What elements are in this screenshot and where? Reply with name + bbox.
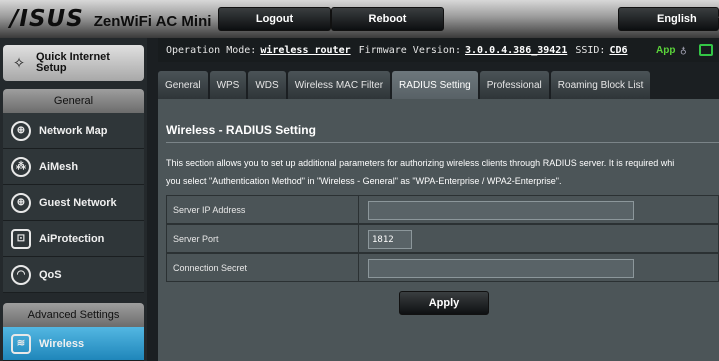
advanced-section-header: Advanced Settings bbox=[3, 303, 144, 327]
sidebar: ✧ Quick Internet Setup General ⊕ Network… bbox=[0, 38, 147, 361]
sidebar-item-label: Guest Network bbox=[39, 196, 117, 209]
sidebar-item-wireless[interactable]: ≋ Wireless bbox=[3, 327, 144, 361]
sidebar-item-aimesh[interactable]: ⁂ AiMesh bbox=[3, 149, 144, 185]
server-ip-label: Server IP Address bbox=[166, 195, 359, 224]
tab-general[interactable]: General bbox=[158, 71, 208, 99]
operation-mode-label: Operation Mode: bbox=[166, 44, 257, 56]
reboot-button[interactable]: Reboot bbox=[331, 7, 444, 31]
tab-wireless-mac-filter[interactable]: Wireless MAC Filter bbox=[287, 71, 391, 99]
sidebar-item-aiprotection[interactable]: ⊡ AiProtection bbox=[3, 221, 144, 257]
app-link[interactable]: App bbox=[656, 45, 675, 56]
top-bar: /ISUS ZenWiFi AC Mini Logout Reboot Engl… bbox=[0, 0, 719, 38]
speedometer-icon: ◠ bbox=[11, 264, 31, 285]
description-line: This section allows you to set up additi… bbox=[166, 158, 675, 168]
sidebar-item-label: Wireless bbox=[39, 337, 85, 350]
server-ip-row: Server IP Address bbox=[166, 195, 719, 224]
connection-secret-row: Connection Secret bbox=[166, 253, 719, 282]
asus-logo: /ISUS bbox=[10, 6, 84, 32]
guest-network-icon: ⊕ bbox=[11, 192, 31, 213]
server-port-row: Server Port bbox=[166, 224, 719, 253]
wand-icon: ✧ bbox=[12, 55, 26, 72]
apply-button[interactable]: Apply bbox=[399, 291, 489, 315]
aimesh-icon: ⁂ bbox=[11, 156, 31, 177]
operation-mode-link[interactable]: wireless router bbox=[260, 45, 350, 56]
lock-icon: ⊡ bbox=[11, 228, 31, 249]
tab-wds[interactable]: WDS bbox=[248, 71, 286, 99]
clients-icon[interactable]: ♁ bbox=[680, 44, 687, 57]
brand: /ISUS ZenWiFi AC Mini bbox=[10, 6, 211, 32]
sidebar-item-label: AiProtection bbox=[39, 232, 105, 245]
description-line: you select "Authentication Method" in "W… bbox=[166, 176, 562, 186]
connection-secret-label: Connection Secret bbox=[166, 253, 359, 282]
server-port-cell bbox=[359, 224, 719, 253]
tab-roaming-block-list[interactable]: Roaming Block List bbox=[550, 71, 651, 99]
quick-setup-label: Quick Internet Setup bbox=[36, 51, 110, 74]
network-map-icon: ⊕ bbox=[11, 120, 31, 141]
sidebar-item-network-map[interactable]: ⊕ Network Map bbox=[3, 113, 144, 149]
server-port-label: Server Port bbox=[166, 224, 359, 253]
wireless-icon: ≋ bbox=[11, 333, 31, 354]
ssid-link[interactable]: CD6 bbox=[609, 45, 627, 56]
tab-bar: General WPS WDS Wireless MAC Filter RADI… bbox=[158, 71, 651, 99]
firmware-version-link[interactable]: 3.0.0.4.386_39421 bbox=[465, 45, 567, 56]
connection-secret-cell bbox=[359, 253, 719, 282]
firmware-label: Firmware Version: bbox=[358, 44, 461, 56]
sidebar-item-qos[interactable]: ◠ QoS bbox=[3, 257, 144, 293]
model-name: ZenWiFi AC Mini bbox=[93, 13, 212, 30]
page-description: This section allows you to set up additi… bbox=[166, 154, 719, 190]
title-divider bbox=[166, 142, 719, 143]
page-title: Wireless - RADIUS Setting bbox=[166, 123, 316, 137]
quick-internet-setup-button[interactable]: ✧ Quick Internet Setup bbox=[3, 45, 144, 81]
sidebar-item-label: Network Map bbox=[39, 124, 108, 137]
sidebar-item-label: QoS bbox=[39, 268, 62, 281]
sidebar-item-guest-network[interactable]: ⊕ Guest Network bbox=[3, 185, 144, 221]
sidebar-item-label: AiMesh bbox=[39, 160, 79, 173]
tab-wps[interactable]: WPS bbox=[209, 71, 247, 99]
language-label: English bbox=[657, 13, 697, 25]
server-ip-input[interactable] bbox=[368, 201, 634, 220]
server-port-input[interactable] bbox=[368, 230, 412, 249]
main-panel: Wireless - RADIUS Setting This section a… bbox=[158, 99, 719, 361]
language-select[interactable]: English ▼ bbox=[618, 7, 719, 31]
logout-button[interactable]: Logout bbox=[218, 7, 331, 31]
network-status-icon[interactable] bbox=[699, 44, 713, 56]
server-ip-cell bbox=[359, 195, 719, 224]
tab-radius-setting[interactable]: RADIUS Setting bbox=[392, 71, 478, 99]
status-bar: Operation Mode: wireless router Firmware… bbox=[158, 38, 719, 62]
ssid-label: SSID: bbox=[575, 44, 606, 56]
general-section-header: General bbox=[3, 89, 144, 113]
connection-secret-input[interactable] bbox=[368, 259, 634, 278]
tab-professional[interactable]: Professional bbox=[479, 71, 549, 99]
